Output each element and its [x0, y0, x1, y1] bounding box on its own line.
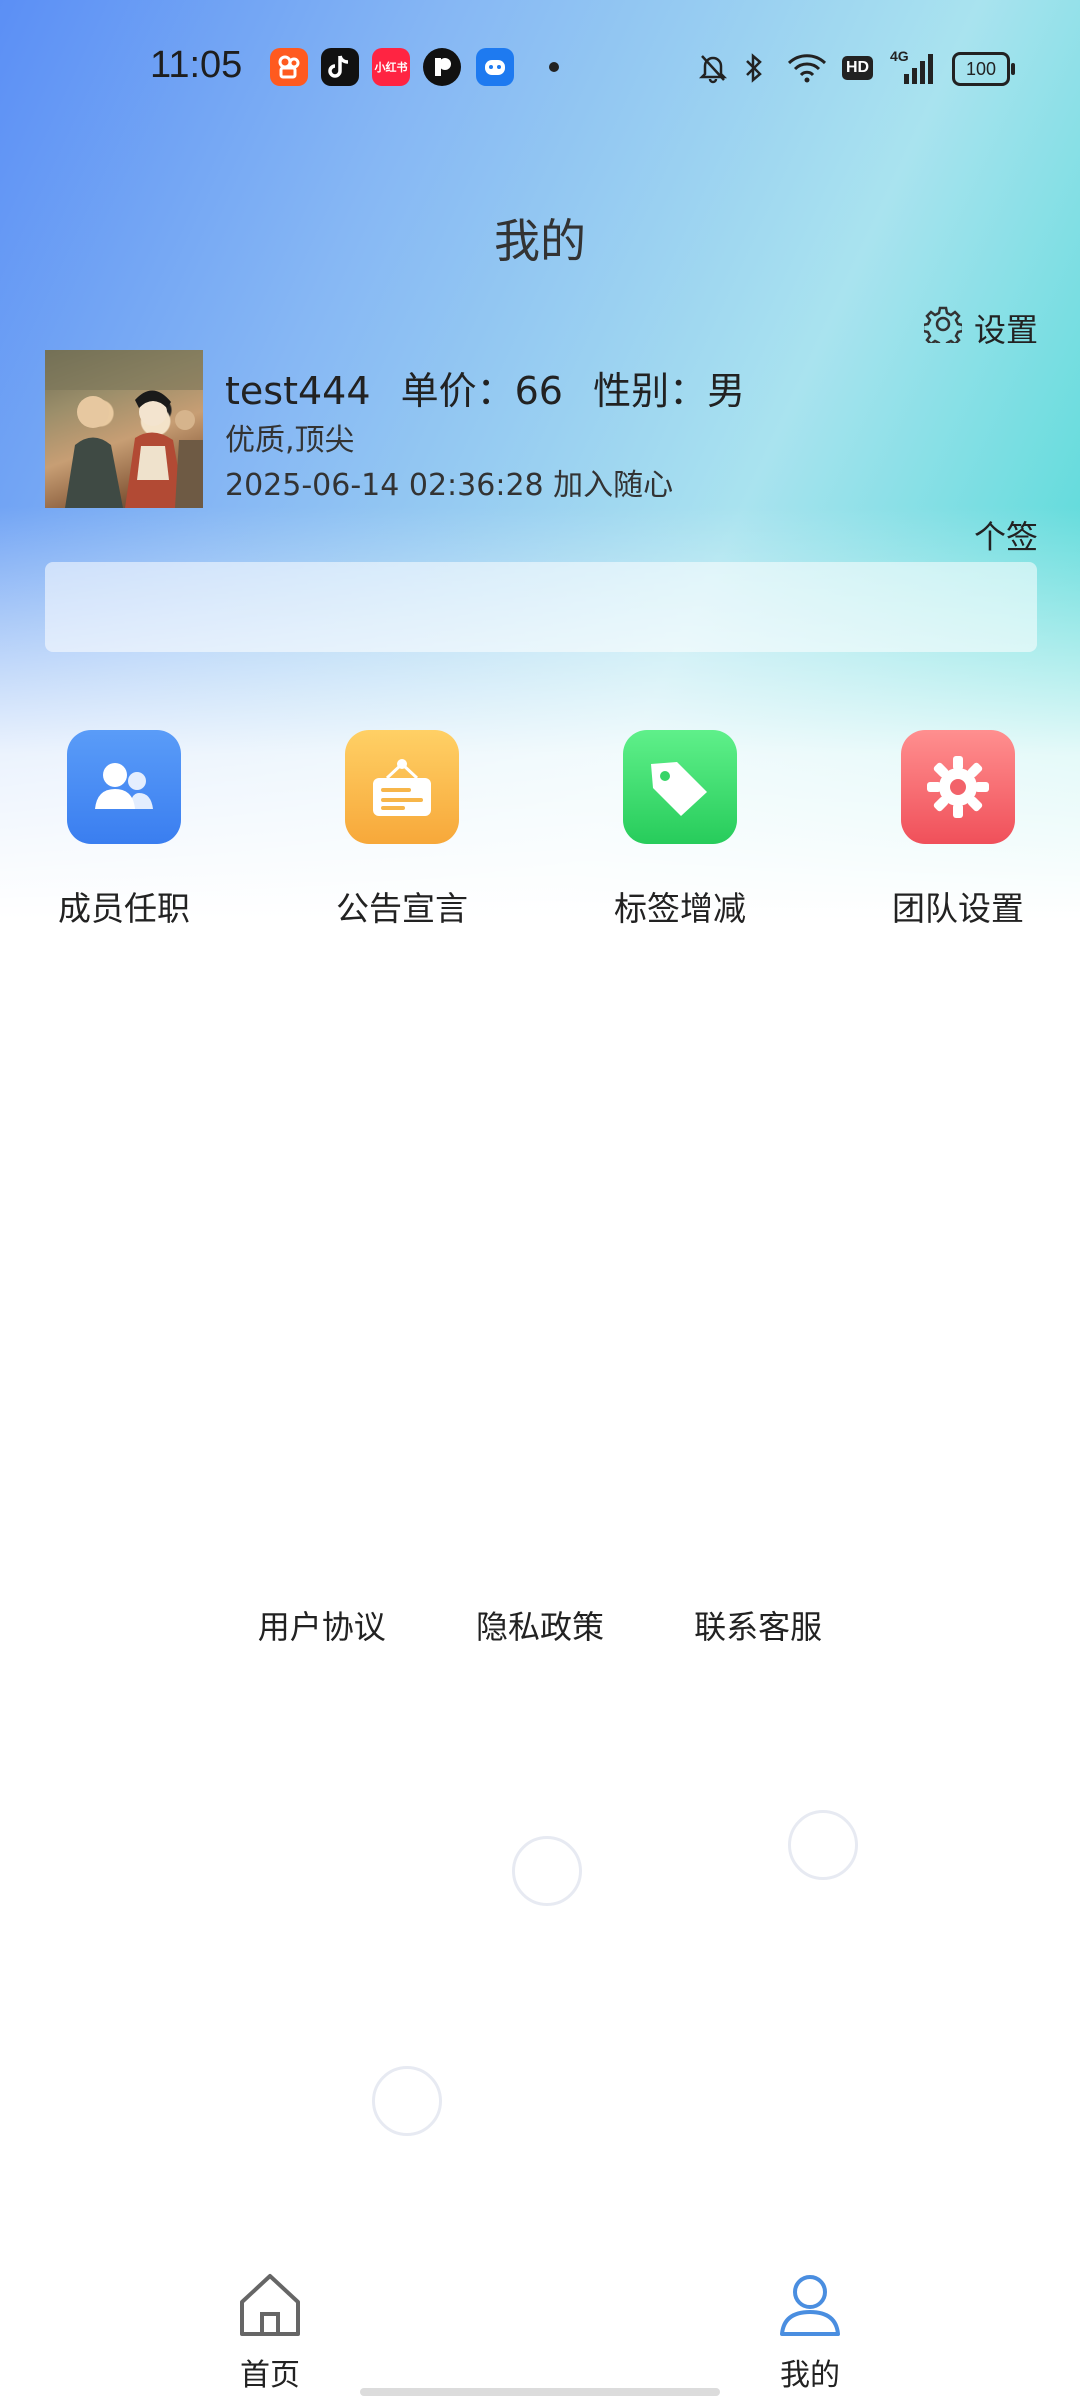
tag-icon	[623, 730, 737, 844]
tab-home-label: 首页	[240, 2358, 300, 2393]
notice-board-icon	[345, 730, 459, 844]
bottom-tab-bar: 首页 我的	[0, 2240, 1080, 2400]
xiaohongshu-icon: 小红书	[372, 48, 410, 86]
tab-mine[interactable]: 我的	[730, 2270, 890, 2394]
joined-date: 2025-06-14 02:36:28 加入随心	[225, 468, 674, 503]
wifi-icon	[786, 48, 828, 88]
settings-button[interactable]: 设置	[921, 305, 1038, 351]
gender: 性别：男	[593, 369, 746, 413]
privacy-policy-link[interactable]: 隐私政策	[476, 1602, 604, 1648]
notification-dot-icon	[549, 62, 559, 72]
home-icon	[234, 2274, 306, 2342]
username: test444	[225, 369, 371, 413]
decorative-bubble	[788, 1810, 858, 1880]
decorative-bubble	[512, 1836, 582, 1906]
menu-label: 标签增减	[614, 889, 746, 928]
signature-label: 个签	[973, 518, 1038, 556]
tab-home[interactable]: 首页	[190, 2270, 350, 2394]
avatar[interactable]	[45, 350, 203, 508]
team-settings-icon	[901, 730, 1015, 844]
members-icon	[67, 730, 181, 844]
menu-item-notice[interactable]: 公告宣言	[302, 730, 502, 930]
bluetooth-icon	[742, 48, 766, 88]
home-indicator[interactable]	[360, 2388, 720, 2396]
page-title: 我的	[494, 214, 586, 268]
robot-app-icon	[476, 48, 514, 86]
menu-item-tags[interactable]: 标签增减	[580, 730, 780, 930]
contact-support-link[interactable]: 联系客服	[694, 1602, 822, 1648]
gear-icon	[921, 305, 965, 351]
profile-tags: 优质,顶尖	[225, 423, 355, 458]
footer-links: 用户协议 隐私政策 联系客服	[0, 1602, 1080, 1648]
menu-label: 成员任职	[58, 889, 190, 928]
feature-menu: 成员任职 公告宣言 标签增减 团队设置	[0, 730, 1080, 930]
signal-4g-icon: 4G	[890, 48, 936, 88]
menu-item-members[interactable]: 成员任职	[24, 730, 224, 930]
menu-label: 公告宣言	[336, 889, 468, 928]
battery-icon: 100	[952, 52, 1015, 86]
kuaishou-icon	[270, 48, 308, 86]
mute-bell-icon	[698, 48, 728, 88]
status-bar: 11:05 小红书 HD 4G 100	[0, 0, 1080, 136]
signature-box[interactable]	[45, 562, 1037, 652]
decorative-bubble	[372, 2066, 442, 2136]
tiktok-icon	[321, 48, 359, 86]
hd-icon: HD	[842, 48, 874, 88]
tab-mine-label: 我的	[780, 2358, 840, 2393]
user-icon	[774, 2275, 846, 2342]
profile-info-line: test444 单价：66 性别：男	[225, 360, 763, 415]
price: 单价：66	[400, 369, 563, 413]
menu-item-team-settings[interactable]: 团队设置	[858, 730, 1058, 930]
settings-label: 设置	[973, 311, 1038, 349]
user-agreement-link[interactable]: 用户协议	[258, 1602, 386, 1648]
status-time: 11:05	[150, 44, 243, 86]
menu-label: 团队设置	[892, 889, 1024, 928]
app-p-icon	[423, 48, 461, 86]
